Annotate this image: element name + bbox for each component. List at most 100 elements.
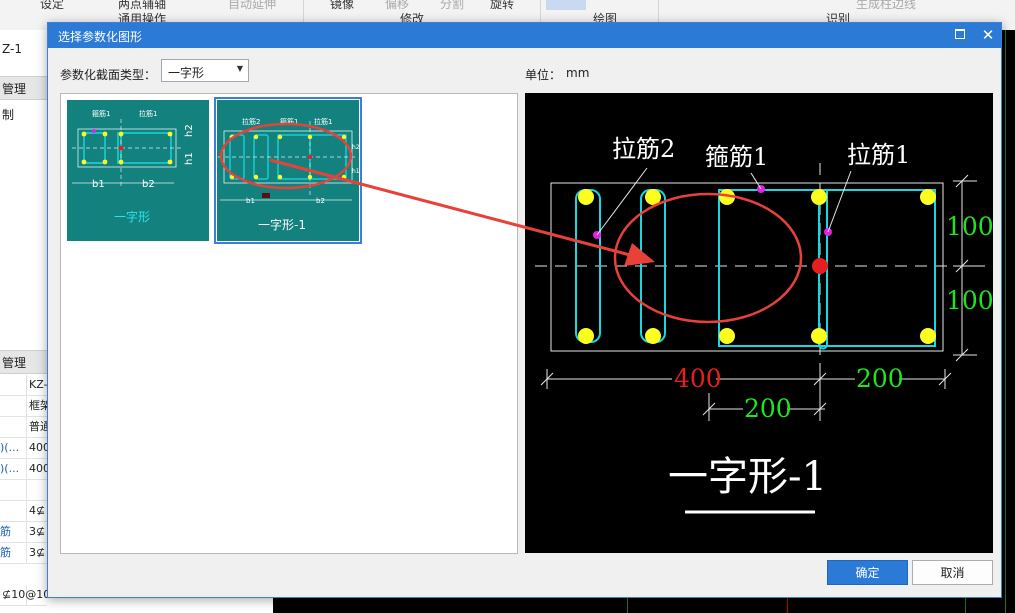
ribbon-rotate-button[interactable]: 旋转 xyxy=(490,0,514,12)
table-row[interactable]: 筋 3⊈ xyxy=(0,522,47,543)
chevron-down-icon: ▼ xyxy=(236,64,243,73)
preview-dim-400: 400 xyxy=(674,364,722,393)
maximize-icon xyxy=(955,28,965,39)
thumb-dim-h1: h1 xyxy=(184,152,195,165)
preview-shape-title: 一字形-1 xyxy=(668,454,827,500)
table-row[interactable]: 4⊈ xyxy=(0,501,47,522)
thumb-label-tie: 拉筋1 xyxy=(139,109,157,118)
row-key xyxy=(0,375,27,395)
ribbon-draw-highlight xyxy=(546,0,586,10)
row-key xyxy=(0,480,27,500)
thumb-dim-h2: h2 xyxy=(352,144,360,151)
table-row[interactable]: ⊈10@100/200(4 xyxy=(0,585,47,606)
ribbon-mirror-button[interactable]: 镜像 xyxy=(330,0,354,12)
ribbon-split-button[interactable]: 分割 xyxy=(440,0,464,12)
unit-value: mm xyxy=(566,66,590,80)
table-row[interactable]: )(... 400 xyxy=(0,459,47,480)
unit-label: 单位： xyxy=(525,68,562,82)
thumb-dim-b1: b1 xyxy=(92,179,105,190)
preview-label-tie1: 拉筋1 xyxy=(847,141,910,169)
table-row[interactable]: )(... 400 xyxy=(0,438,47,459)
thumb-label-stirrup: 箍筋1 xyxy=(92,109,110,118)
preview-center-point xyxy=(812,258,828,274)
row-value: 400 xyxy=(29,441,48,454)
shape-gallery: 箍筋1 拉筋1 b1 b2 h2 h1 一字形 拉筋2 箍筋1 拉筋1 b1 b… xyxy=(60,93,518,554)
maximize-button[interactable] xyxy=(949,25,971,45)
thumb-label-stirrup: 箍筋1 xyxy=(280,117,298,126)
preview-label-stirrup1: 箍筋1 xyxy=(705,143,768,171)
left-toolbar-copy[interactable]: 制 xyxy=(2,106,14,123)
preview-dim-bottom-100: 100 xyxy=(946,286,993,315)
ribbon-auto-extend-button[interactable]: 自动延伸 xyxy=(228,0,276,12)
dialog-title: 选择参数化图形 xyxy=(58,30,143,44)
preview-dim-mid-200: 200 xyxy=(744,394,792,423)
thumb-name: 一字形 xyxy=(114,209,150,224)
leader-line xyxy=(750,172,762,190)
ribbon-set-button[interactable]: 设定 xyxy=(40,0,64,12)
app-bottom-strip xyxy=(47,596,1015,613)
preview-dim-right-200: 200 xyxy=(856,364,904,393)
thumb-label-tie: 拉筋1 xyxy=(314,117,332,126)
thumb-label-tie2: 拉筋2 xyxy=(242,117,260,126)
row-value: 400 xyxy=(29,462,48,475)
leader-line xyxy=(596,167,648,236)
thumb-marker xyxy=(262,193,270,198)
thumb-dim-b1: b1 xyxy=(246,197,255,205)
row-key xyxy=(0,417,27,437)
row-key: 筋 xyxy=(0,522,27,542)
shape-thumb-yizixing-1[interactable]: 拉筋2 箍筋1 拉筋1 b1 b2 h2 h1 一字形-1 xyxy=(214,97,362,244)
row-key: )(... xyxy=(0,438,27,458)
thumb-dim-h1: h1 xyxy=(352,168,360,175)
preview-label-tie2: 拉筋2 xyxy=(612,135,675,163)
left-header-manage: 管理 xyxy=(0,76,47,100)
thumb-dim-h2: h2 xyxy=(184,124,195,137)
left-header-manage-2: 管理 xyxy=(0,350,47,374)
row-key xyxy=(0,501,27,521)
close-icon: ✕ xyxy=(981,26,995,44)
thumb-center xyxy=(118,145,124,151)
thumb-marker xyxy=(92,129,96,133)
leader-line xyxy=(827,170,852,233)
thumb-dim-b2: b2 xyxy=(316,197,325,205)
shape-thumb-yizixing[interactable]: 箍筋1 拉筋1 b1 b2 h2 h1 一字形 xyxy=(64,97,212,244)
row-key: 筋 xyxy=(0,543,27,563)
row-value: 3⊈ xyxy=(29,546,46,559)
ok-button[interactable]: 确定 xyxy=(827,560,908,585)
preview-dim-top-100: 100 xyxy=(946,212,993,241)
thumb-center xyxy=(307,154,313,160)
dialog-titlebar[interactable]: 选择参数化图形 ✕ xyxy=(48,23,1001,48)
section-type-label: 参数化截面类型： xyxy=(60,68,157,82)
table-row[interactable] xyxy=(0,480,47,501)
table-row[interactable]: 普通 xyxy=(0,417,47,438)
row-value: ⊈10@100/200(4 xyxy=(2,588,48,601)
thumb-dim-b2: b2 xyxy=(142,179,155,190)
grid-line xyxy=(787,596,788,613)
app-left-panel: Z-1 管理 制 管理 KZ- 框架 普通 )(...400 )(...400 … xyxy=(0,30,48,613)
grid-line xyxy=(1005,30,1006,613)
table-row[interactable]: 框架 xyxy=(0,396,47,417)
table-row[interactable]: KZ- xyxy=(0,375,47,396)
row-value: 普通 xyxy=(29,420,47,433)
row-value: 4⊈ xyxy=(29,504,46,517)
row-value: 框架 xyxy=(29,399,47,412)
row-key xyxy=(0,396,27,416)
grid-line xyxy=(627,596,628,613)
section-type-value: 一字形 xyxy=(168,66,205,80)
preview-drawing: 拉筋2 箍筋1 拉筋1 100 100 400 200 200 一字形-1 xyxy=(535,135,993,514)
shape-preview-canvas: 拉筋2 箍筋1 拉筋1 100 100 400 200 200 一字形-1 xyxy=(525,93,993,553)
row-key: )(... xyxy=(0,459,27,479)
app-right-canvas-edge xyxy=(1000,30,1015,613)
grid-line xyxy=(965,596,966,613)
select-parametric-shape-dialog: 选择参数化图形 ✕ 参数化截面类型： 一字形 ▼ 单位： mm 箍筋1 拉筋1 … xyxy=(47,22,1002,598)
row-value: KZ- xyxy=(29,378,48,391)
cancel-button[interactable]: 取消 xyxy=(912,560,993,585)
thumb-name: 一字形-1 xyxy=(258,217,306,232)
left-header-label: 管理 xyxy=(2,356,27,370)
row-value: 3⊈ xyxy=(29,525,46,538)
section-type-select[interactable]: 一字形 ▼ xyxy=(161,59,249,82)
left-top-field[interactable]: Z-1 xyxy=(2,42,22,56)
close-button[interactable]: ✕ xyxy=(977,25,999,45)
drawing-canvas-edge xyxy=(273,596,1015,613)
table-row[interactable]: 筋 3⊈ xyxy=(0,543,47,564)
ribbon-generate-edge-button[interactable]: 生成柱边线 xyxy=(856,0,916,12)
